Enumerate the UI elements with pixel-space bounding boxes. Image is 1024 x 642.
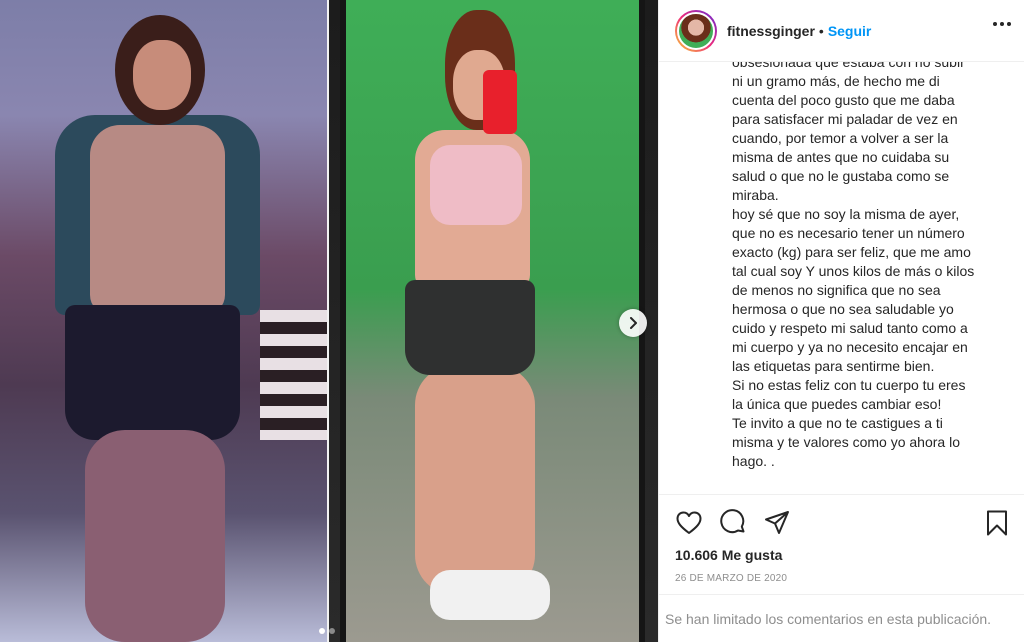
caption-line: cuando, por temor a volver a ser la	[732, 130, 949, 146]
post-media[interactable]	[0, 0, 658, 642]
caption-line: ni un gramo más, de hecho me di	[732, 73, 940, 89]
caption-area[interactable]: obsesionada que estaba con no subir ni u…	[659, 62, 1024, 494]
caption-line: misma de antes que no cuidaba su	[732, 149, 950, 165]
share-icon	[765, 511, 789, 534]
caption-line: hoy sé que no soy la misma de ayer,	[732, 206, 960, 222]
caption-line: salud o que no le gustaba como se	[732, 168, 950, 184]
caption-line: miraba.	[732, 187, 779, 203]
caption-line: hermosa o que no sea saludable yo	[732, 301, 954, 317]
caption-line: las etiquetas para sentirme bien.	[732, 358, 935, 374]
action-bar	[675, 509, 1011, 537]
username-link[interactable]: fitnessginger	[727, 23, 815, 39]
caption-line: Te invito a que no te castigues a ti	[732, 415, 943, 431]
comments-limited-note: Se han limitado los comentarios en esta …	[665, 610, 992, 627]
caption-line: hago. .	[732, 453, 775, 469]
post-actions-section: 10.606 Me gusta 26 DE MARZO DE 2020	[659, 494, 1024, 584]
post-header: fitnessginger • Seguir	[659, 0, 1024, 62]
caption-line: cuido y respeto mi salud tanto como a	[732, 320, 968, 336]
more-options-icon[interactable]	[993, 22, 1011, 26]
save-button[interactable]	[983, 509, 1011, 537]
before-photo	[0, 0, 380, 642]
caption-text: obsesionada que estaba con no subir ni u…	[732, 62, 1012, 471]
heart-icon	[676, 511, 702, 534]
post-sidebar: fitnessginger • Seguir obsesionada que e…	[658, 0, 1024, 642]
post-container: fitnessginger • Seguir obsesionada que e…	[0, 0, 1024, 642]
comment-icon	[720, 509, 745, 534]
caption-line: cuenta del poco gusto que me daba	[732, 92, 955, 108]
caption-line: de menos no significa que no sea	[732, 282, 941, 298]
phone	[483, 70, 517, 134]
after-figure	[395, 10, 555, 642]
next-image-button[interactable]	[619, 309, 647, 337]
caption-line: obsesionada que estaba con no subir	[732, 62, 965, 70]
comment-button[interactable]	[719, 509, 747, 537]
share-button[interactable]	[763, 509, 791, 537]
caption-line: que no es necesario tener un número	[732, 225, 965, 241]
caption-line: para satisfacer mi paladar de vez en	[732, 111, 958, 127]
caption-line: tal cual soy Y unos kilos de más o kilos	[732, 263, 975, 279]
caption-line: misma y te valores como yo ahora lo	[732, 434, 960, 450]
separator: •	[818, 22, 824, 39]
chevron-right-icon	[630, 317, 637, 329]
carousel-dot-1	[319, 628, 325, 634]
caption-line: la única que puedes cambiar eso!	[732, 396, 942, 412]
carousel-dot-2	[329, 628, 335, 634]
comments-limited-bar: Se han limitado los comentarios en esta …	[659, 594, 1024, 642]
bookmark-icon	[987, 510, 1007, 536]
post-date[interactable]: 26 DE MARZO DE 2020	[675, 573, 787, 584]
avatar[interactable]	[675, 9, 717, 52]
like-count[interactable]: 10.606 Me gusta	[675, 547, 782, 563]
follow-button[interactable]: Seguir	[828, 23, 872, 39]
caption-line: mi cuerpo y ya no necesito encajar en	[732, 339, 968, 355]
carousel-indicator	[319, 628, 335, 634]
like-button[interactable]	[675, 509, 703, 537]
caption-line: Si no estas feliz con tu cuerpo tu eres	[732, 377, 966, 393]
caption-line: exacto (kg) para ser feliz, que me amo	[732, 244, 971, 260]
